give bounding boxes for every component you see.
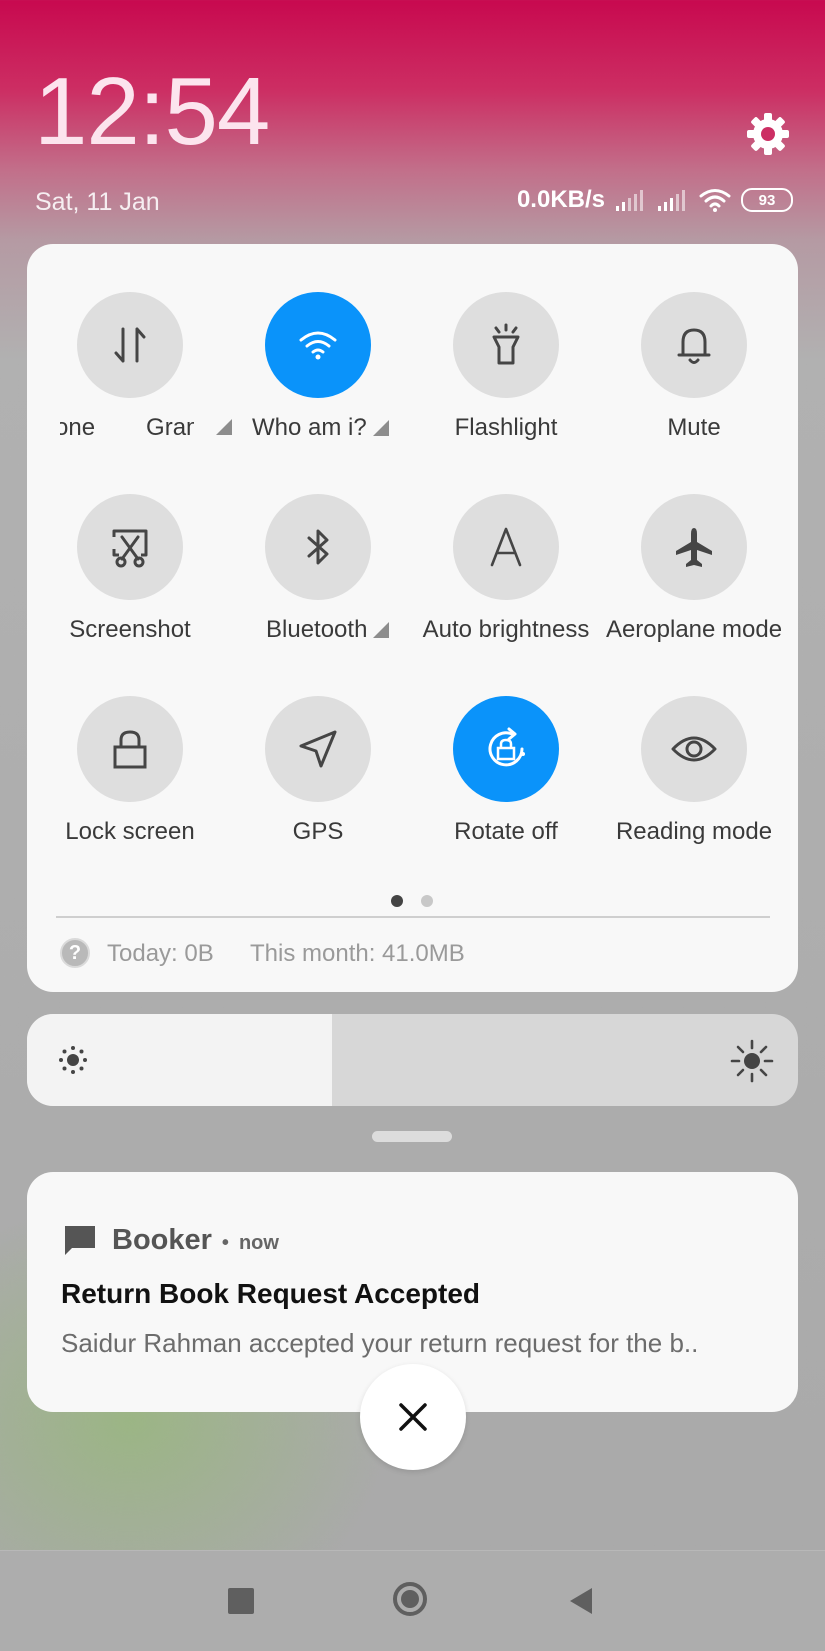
tile-auto-brightness-label: Auto brightness — [422, 616, 590, 643]
tile-rotate-label: Rotate off — [454, 818, 558, 845]
back-button[interactable] — [568, 1586, 594, 1621]
settings-gear-icon[interactable] — [744, 110, 792, 158]
bluetooth-icon — [307, 529, 329, 565]
page-indicator-dot[interactable] — [421, 895, 433, 907]
tile-bluetooth-label: Bluetooth — [266, 616, 416, 644]
tile-reading-mode-label: Reading mode — [615, 818, 773, 845]
recents-button[interactable] — [228, 1588, 254, 1614]
tile-flashlight[interactable] — [453, 292, 559, 398]
signal-icon — [616, 190, 643, 211]
date: Sat, 11 Jan — [35, 188, 160, 216]
tile-rotate[interactable] — [453, 696, 559, 802]
tile-bluetooth[interactable] — [265, 494, 371, 600]
close-icon — [399, 1403, 427, 1431]
data-usage-today[interactable]: Today: 0B — [107, 940, 214, 968]
brightness-low-icon — [54, 1043, 92, 1082]
tile-wifi-label: Who am i? — [252, 414, 402, 442]
tile-data-label: oneGram — [60, 414, 194, 441]
tile-data-toggle[interactable] — [77, 292, 183, 398]
tile-aeroplane-label: Aeroplane mode — [605, 616, 783, 643]
notification-header: Booker • now — [112, 1224, 279, 1257]
signal-icon — [658, 190, 685, 211]
auto-brightness-icon — [490, 527, 522, 567]
notification-body: Saidur Rahman accepted your return reque… — [61, 1328, 699, 1358]
tile-lock-screen[interactable] — [77, 696, 183, 802]
tile-wifi[interactable] — [265, 292, 371, 398]
wifi-icon — [699, 189, 731, 212]
battery-icon: 93 — [741, 188, 793, 212]
drag-handle[interactable] — [372, 1131, 452, 1142]
location-arrow-icon — [299, 730, 337, 768]
clock: 12:54 — [34, 58, 270, 165]
brightness-slider[interactable] — [27, 1014, 798, 1106]
data-usage-month[interactable]: This month: 41.0MB — [250, 940, 465, 968]
status-icons: 0.0KB/s 93 — [517, 186, 793, 214]
brightness-high-icon — [728, 1038, 776, 1089]
help-icon: ? — [60, 938, 90, 968]
notification-separator: • — [221, 1232, 229, 1254]
tile-gps[interactable] — [265, 696, 371, 802]
tile-gps-label: GPS — [292, 818, 344, 845]
tile-mute-label: Mute — [667, 414, 721, 441]
rotation-lock-icon — [488, 727, 525, 767]
home-icon — [401, 1590, 419, 1608]
clear-notifications-button[interactable] — [360, 1364, 466, 1470]
tile-mute[interactable] — [641, 292, 747, 398]
notification-app-name: Booker — [112, 1224, 212, 1256]
airplane-icon — [676, 528, 712, 567]
bell-icon — [677, 328, 711, 364]
tile-aeroplane[interactable] — [641, 494, 747, 600]
scissors-icon — [112, 529, 148, 568]
tile-reading-mode[interactable] — [641, 696, 747, 802]
network-speed: 0.0KB/s — [516, 186, 605, 213]
tile-screenshot-label: Screenshot — [69, 616, 191, 643]
back-triangle-icon — [570, 1588, 592, 1614]
tile-lock-screen-label: Lock screen — [65, 818, 195, 845]
notification-time: now — [238, 1232, 279, 1254]
home-button[interactable] — [393, 1582, 427, 1616]
flashlight-icon — [492, 323, 520, 365]
tile-auto-brightness[interactable] — [453, 494, 559, 600]
message-icon — [63, 1224, 97, 1263]
eye-icon — [671, 736, 717, 762]
notification-title: Return Book Request Accepted — [61, 1278, 481, 1309]
signal-triangle-icon — [216, 419, 232, 435]
tile-flashlight-label: Flashlight — [454, 414, 558, 441]
wifi-icon — [299, 331, 337, 360]
page-indicator-dot-active[interactable] — [391, 895, 403, 907]
tile-screenshot[interactable] — [77, 494, 183, 600]
lock-icon — [113, 730, 147, 769]
data-transfer-icon — [114, 327, 146, 363]
divider — [56, 916, 770, 918]
